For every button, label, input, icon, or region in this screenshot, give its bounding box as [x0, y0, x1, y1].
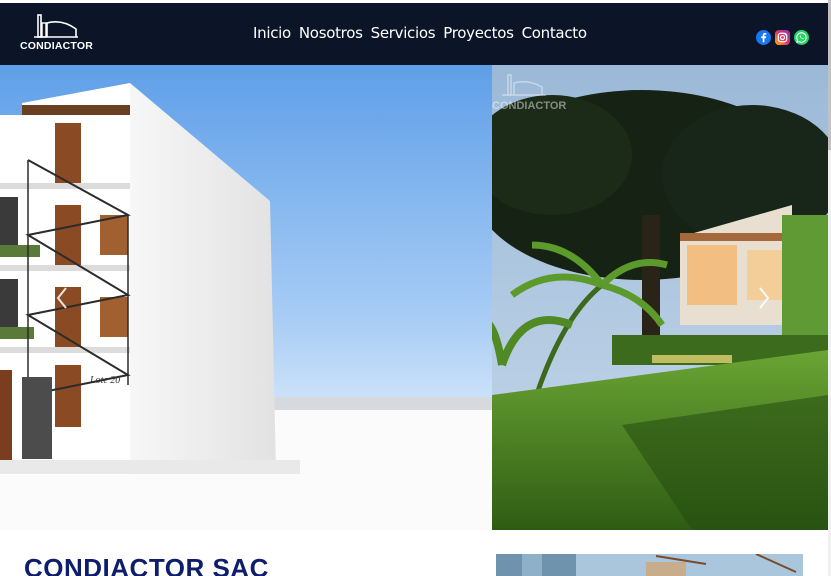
carousel-prev-button[interactable] — [52, 283, 72, 313]
carousel-slide-building: Lote 20 — [0, 65, 492, 530]
carousel-next-button[interactable] — [754, 283, 774, 313]
instagram-icon[interactable] — [775, 30, 790, 45]
watermark-brand: CONDIACTOR — [492, 100, 566, 112]
social-links — [756, 30, 809, 45]
hero-carousel: Lote 20 CONDIACTOR — [0, 65, 828, 530]
brand-name: CONDIACTOR — [20, 40, 93, 52]
carousel-slide-garden: CONDIACTOR — [492, 65, 828, 530]
project-image — [496, 554, 803, 576]
top-navbar: CONDIACTOR Inicio Nosotros Servicios Pro… — [0, 0, 828, 65]
nav-item-servicios[interactable]: Servicios — [371, 24, 436, 46]
main-nav: Inicio Nosotros Servicios Proyectos Cont… — [253, 24, 595, 46]
brand-logo[interactable]: CONDIACTOR — [20, 13, 93, 55]
nav-item-inicio[interactable]: Inicio — [253, 24, 291, 46]
facebook-icon[interactable] — [756, 30, 771, 45]
building-logo-icon — [34, 14, 78, 38]
nav-item-contacto[interactable]: Contacto — [522, 24, 587, 46]
nav-item-nosotros[interactable]: Nosotros — [299, 24, 363, 46]
chevron-right-icon — [759, 287, 770, 309]
chevron-left-icon — [56, 287, 67, 309]
lot-sign: Lote 20 — [89, 375, 120, 386]
company-heading: CONDIACTOR SAC — [24, 553, 269, 576]
whatsapp-icon[interactable] — [794, 30, 809, 45]
nav-item-proyectos[interactable]: Proyectos — [443, 24, 514, 46]
